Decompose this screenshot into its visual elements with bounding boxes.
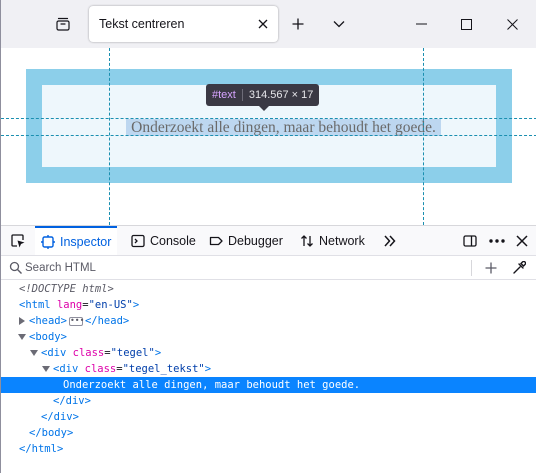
tab-label: Console: [150, 233, 196, 248]
ellipsis-icon[interactable]: •••: [68, 316, 84, 326]
collapse-arrow-icon[interactable]: [41, 361, 51, 377]
markup-row-text-node[interactable]: Onderzoekt alle dingen, maar behoudt het…: [1, 377, 536, 393]
tag-name: head: [35, 315, 61, 327]
tag-name: head: [97, 315, 123, 327]
devtools-toolbar: Inspector Console Debugger Network: [1, 226, 536, 256]
tooltip-node-name: #text: [212, 89, 243, 101]
page-viewport: Onderzoekt alle dingen, maar behoudt het…: [1, 48, 536, 225]
markup-row-body-close[interactable]: </body>: [1, 425, 536, 441]
new-tab-button[interactable]: [286, 12, 310, 36]
highlighter-guide-left: [109, 48, 110, 225]
tab-title: Tekst centreren: [99, 17, 185, 31]
browser-window: Tekst centreren Onderzoekt alle dingen, …: [0, 0, 536, 473]
chevron-double-right-icon: [384, 235, 396, 247]
pick-element-button[interactable]: [7, 231, 29, 251]
markup-row-div-close[interactable]: </div>: [1, 393, 536, 409]
markup-row-html-close[interactable]: </html>: [1, 441, 536, 457]
minimize-icon: [415, 23, 427, 25]
tab-debugger[interactable]: Debugger: [203, 226, 289, 255]
attr-value: "tegel": [110, 347, 155, 359]
attr-name: lang: [56, 299, 83, 311]
attr-value: "en-US": [88, 299, 133, 311]
firefox-view-button[interactable]: [49, 10, 77, 38]
tab-label: Inspector: [60, 234, 112, 249]
eyedropper-icon: [513, 261, 526, 274]
highlighter-guide-top: [1, 118, 536, 119]
inspector-icon: [41, 234, 55, 249]
highlighter-guide-bottom: [1, 135, 536, 136]
markup-row-head[interactable]: <head> •••</head>: [1, 313, 536, 329]
tab-bar: Tekst centreren: [1, 0, 536, 48]
tab-network[interactable]: Network: [294, 226, 371, 255]
tag-name: div: [65, 395, 85, 407]
create-node-button[interactable]: [482, 259, 500, 277]
search-html-input[interactable]: [25, 259, 445, 277]
attr-name: class: [72, 347, 105, 359]
plus-icon: [485, 262, 497, 274]
dock-options-button[interactable]: [460, 231, 480, 251]
attr-value: "tegel_tekst": [122, 363, 205, 375]
search-html-bar: [1, 256, 536, 280]
firefox-view-icon: [56, 17, 70, 31]
list-all-tabs-button[interactable]: [327, 12, 351, 36]
devtools-panel: Inspector Console Debugger Network Searc…: [1, 225, 536, 473]
tag-name: body: [35, 331, 61, 343]
devtools-menu-button[interactable]: [487, 231, 507, 251]
close-icon: [506, 18, 518, 30]
close-window-button[interactable]: [498, 10, 526, 38]
console-icon: [131, 234, 145, 247]
tooltip-dimensions: 314.567 × 17: [248, 89, 314, 101]
tag-name: div: [59, 363, 79, 375]
attr-name: class: [84, 363, 117, 375]
search-icon: [9, 261, 22, 274]
tab-close-button[interactable]: [254, 15, 272, 33]
more-tools-button[interactable]: [380, 231, 400, 251]
close-devtools-button[interactable]: [512, 231, 532, 251]
maximize-button[interactable]: [452, 10, 480, 38]
markup-row-body[interactable]: <body>: [1, 329, 536, 345]
highlighter-tooltip: #text 314.567 × 17: [206, 84, 320, 106]
collapse-arrow-icon[interactable]: [17, 329, 27, 345]
dock-side-icon: [463, 235, 477, 247]
divider: [471, 260, 472, 276]
tab-label: Network: [319, 233, 365, 248]
doctype-text: <!DOCTYPE html>: [19, 283, 114, 295]
text-node: Onderzoekt alle dingen, maar behoudt het…: [63, 379, 361, 391]
more-icon: [489, 239, 505, 243]
debugger-icon: [209, 236, 223, 245]
tooltip-arrow: [259, 106, 269, 111]
tag-name: body: [41, 427, 67, 439]
tag-name: html: [31, 443, 57, 455]
markup-row-doctype[interactable]: <!DOCTYPE html>: [1, 281, 536, 297]
markup-row-html[interactable]: <html lang="en-US">: [1, 297, 536, 313]
page-text: Onderzoekt alle dingen, maar behoudt het…: [126, 119, 441, 136]
browser-tab[interactable]: Tekst centreren: [89, 6, 278, 42]
minimize-button[interactable]: [407, 10, 435, 38]
markup-row-div-tegel[interactable]: <div class="tegel">: [1, 345, 536, 361]
markup-tree: <!DOCTYPE html> <html lang="en-US"> <hea…: [1, 281, 536, 457]
tab-label: Debugger: [228, 233, 283, 248]
markup-row-div-tegel-tekst[interactable]: <div class="tegel_tekst">: [1, 361, 536, 377]
close-icon: [258, 19, 268, 29]
tag-name: div: [53, 411, 73, 423]
markup-row-div-close[interactable]: </div>: [1, 409, 536, 425]
plus-icon: [292, 18, 304, 30]
tab-inspector[interactable]: Inspector: [35, 226, 118, 255]
chevron-down-icon: [333, 21, 345, 28]
network-icon: [301, 234, 313, 247]
eyedropper-button[interactable]: [510, 259, 528, 277]
tab-console[interactable]: Console: [125, 226, 202, 255]
maximize-icon: [460, 18, 472, 30]
tag-name: html: [25, 299, 51, 311]
tag-name: div: [47, 347, 67, 359]
expand-arrow-icon[interactable]: [17, 313, 27, 329]
collapse-arrow-icon[interactable]: [29, 345, 39, 361]
close-icon: [516, 235, 528, 247]
pick-element-icon: [11, 234, 25, 248]
highlighter-guide-right: [423, 48, 424, 225]
